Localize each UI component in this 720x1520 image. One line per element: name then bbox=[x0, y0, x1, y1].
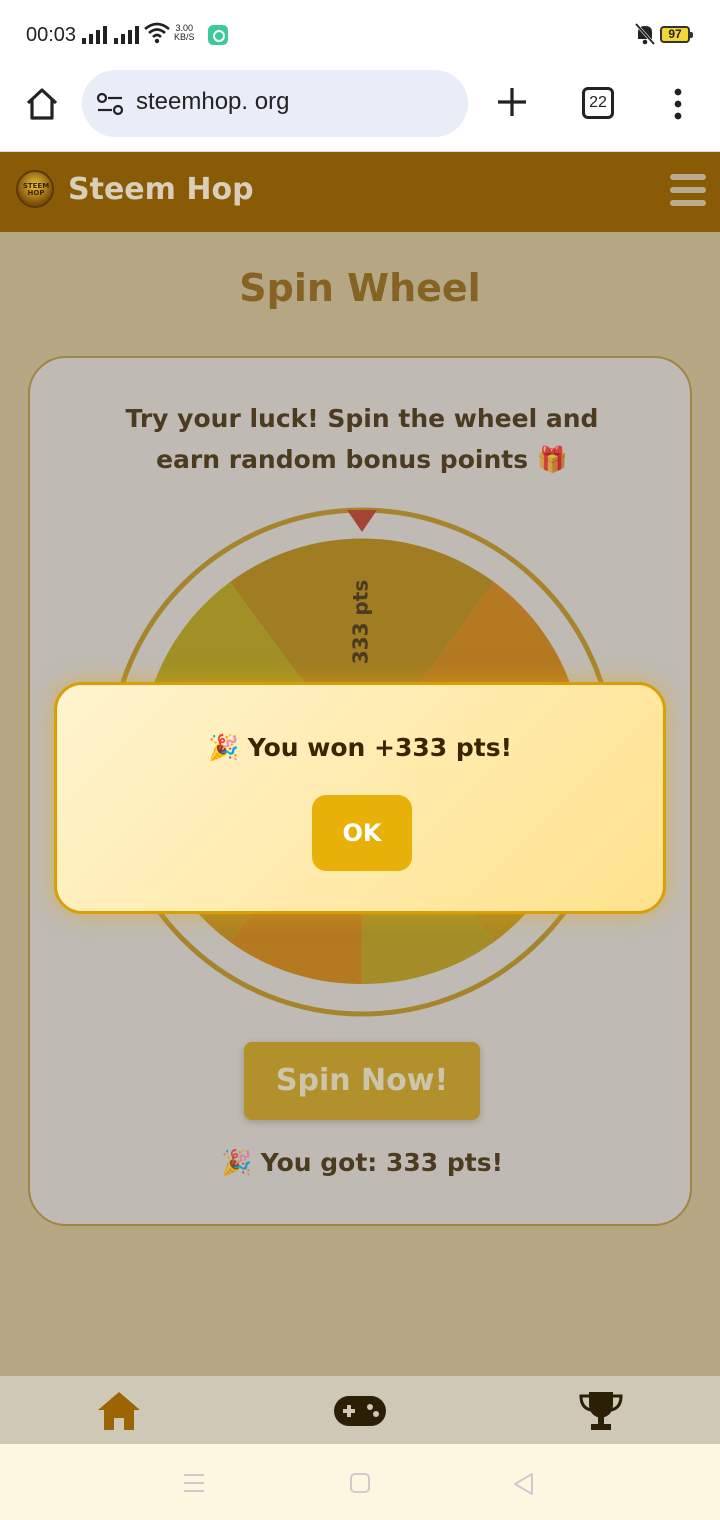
more-menu-icon[interactable] bbox=[664, 86, 692, 122]
net-speed-unit: KB/S bbox=[174, 32, 195, 42]
back-icon[interactable] bbox=[512, 1472, 534, 1496]
site-settings-icon[interactable] bbox=[96, 90, 124, 118]
hamburger-menu-icon[interactable] bbox=[670, 174, 706, 208]
new-tab-icon[interactable] bbox=[494, 84, 530, 120]
win-dialog: 🎉 You won +333 pts! OK bbox=[54, 682, 666, 914]
win-message: 🎉 You won +333 pts! bbox=[207, 733, 513, 762]
logo-text: STEEM HOP bbox=[22, 182, 50, 197]
address-bar[interactable]: steemhop. org bbox=[82, 70, 468, 137]
home-nav-icon[interactable] bbox=[349, 1472, 371, 1494]
battery-indicator: 97 bbox=[660, 26, 693, 43]
browser-toolbar: steemhop. org 22 bbox=[0, 70, 720, 152]
tab-switcher-button[interactable]: 22 bbox=[582, 87, 614, 119]
home-icon[interactable] bbox=[96, 1390, 142, 1432]
ok-button[interactable]: OK bbox=[312, 795, 412, 871]
trophy-icon[interactable] bbox=[578, 1390, 624, 1432]
app-notification-icon bbox=[208, 25, 228, 45]
status-time: 00:03 bbox=[26, 24, 77, 46]
gamepad-icon[interactable] bbox=[334, 1394, 386, 1428]
status-bar: 00:03 3.00 KB/S 97 bbox=[0, 0, 720, 70]
site-logo[interactable]: STEEM HOP bbox=[16, 170, 54, 208]
bell-muted-icon bbox=[634, 22, 656, 46]
system-navigation-bar bbox=[0, 1444, 720, 1520]
site-title[interactable]: Steem Hop bbox=[68, 172, 254, 207]
bottom-nav bbox=[0, 1376, 720, 1444]
signal-icon bbox=[82, 26, 107, 44]
url-text[interactable]: steemhop. org bbox=[136, 88, 289, 116]
recent-apps-icon[interactable] bbox=[182, 1472, 206, 1494]
browser-home-icon[interactable] bbox=[22, 84, 62, 124]
net-speed: 3.00 KB/S bbox=[174, 24, 195, 42]
wifi-icon bbox=[144, 22, 170, 44]
site-header: STEEM HOP Steem Hop bbox=[0, 152, 720, 232]
signal-icon-2 bbox=[114, 26, 139, 44]
